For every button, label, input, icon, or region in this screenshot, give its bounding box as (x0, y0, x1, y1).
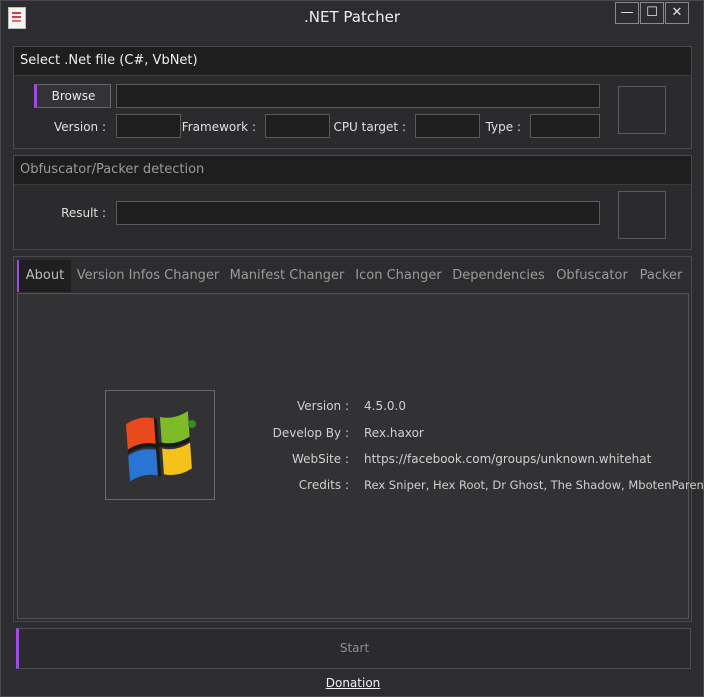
about-credits-label: Credits : (298, 478, 349, 492)
framework-field[interactable] (265, 114, 330, 138)
detection-preview (618, 191, 666, 239)
version-field[interactable] (116, 114, 181, 138)
file-panel-title: Select .Net file (C#, VbNet) (14, 47, 691, 76)
windows-logo-icon (125, 411, 196, 482)
about-version-value: 4.5.0.0 (364, 399, 406, 413)
result-label: Result : (61, 206, 106, 220)
type-field[interactable] (530, 114, 600, 138)
about-tab-panel: Version : 4.5.0.0 Develop By : Rex.haxor… (17, 293, 704, 619)
tab-packer[interactable]: Packer (636, 260, 686, 292)
maximize-button[interactable]: ☐ (640, 2, 664, 24)
type-label: Type : (485, 120, 521, 134)
browse-button[interactable]: Browse (34, 84, 111, 108)
window-title: .NET Patcher (304, 8, 400, 26)
about-develop-label: Develop By : (272, 426, 349, 440)
version-label: Version : (54, 120, 106, 134)
about-version-label: Version : (297, 399, 349, 413)
donation-link[interactable]: Donation (1, 676, 704, 690)
start-button[interactable]: Start (16, 628, 691, 669)
title-bar[interactable]: .NET Patcher — ☐ ✕ (1, 1, 703, 33)
tab-obfuscator[interactable]: Obfuscator (552, 260, 632, 292)
about-develop-value: Rex.haxor (364, 426, 424, 440)
close-button[interactable]: ✕ (665, 2, 689, 24)
cpu-target-label: CPU target : (333, 120, 406, 134)
minimize-button[interactable]: — (615, 2, 639, 24)
tab-version-infos-changer[interactable]: Version Infos Changer (73, 260, 223, 292)
about-website-value[interactable]: https://facebook.com/groups/unknown.whit… (364, 452, 651, 466)
detection-panel: Obfuscator/Packer detection Result : (13, 155, 692, 250)
tab-about[interactable]: About (17, 260, 71, 292)
detection-panel-title: Obfuscator/Packer detection (14, 156, 691, 185)
cpu-target-field[interactable] (415, 114, 480, 138)
windows-logo-frame (105, 390, 215, 500)
result-field (116, 201, 600, 225)
tab-dependencies[interactable]: Dependencies (451, 260, 546, 292)
tab-icon-changer[interactable]: Icon Changer (352, 260, 445, 292)
file-path-field[interactable] (116, 84, 600, 108)
about-credits-value: Rex Sniper, Hex Root, Dr Ghost, The Shad… (364, 478, 704, 492)
main-window: .NET Patcher — ☐ ✕ Select .Net file (C#,… (0, 0, 704, 697)
tab-control: About Version Infos Changer Manifest Cha… (13, 256, 704, 622)
framework-label: Framework : (181, 120, 256, 134)
tab-manifest-changer[interactable]: Manifest Changer (227, 260, 347, 292)
about-website-label: WebSite : (291, 452, 349, 466)
file-panel: Select .Net file (C#, VbNet) Browse Vers… (13, 46, 692, 149)
file-icon-preview (618, 86, 666, 134)
